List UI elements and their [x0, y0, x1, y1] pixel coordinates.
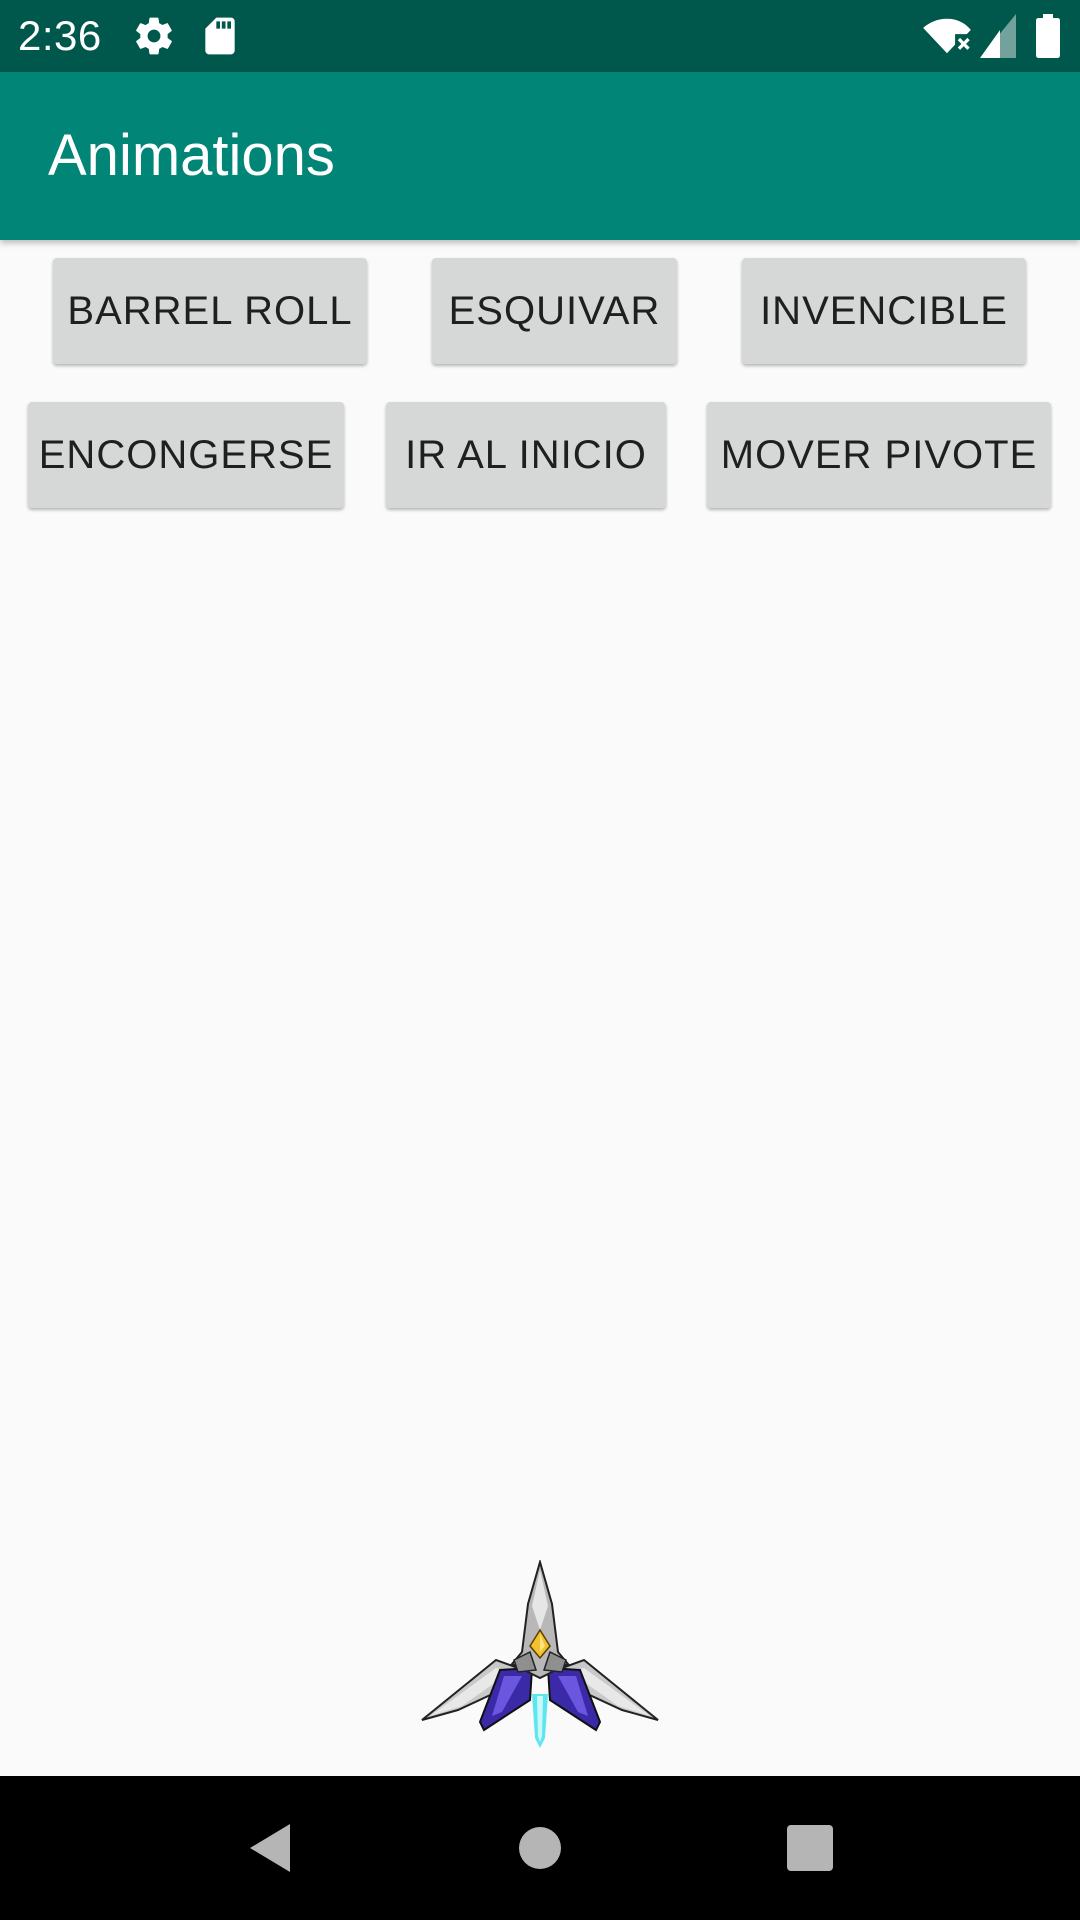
gear-icon — [132, 14, 176, 58]
screen: 2:36 Animations BARREL ROLL ESQUIVAR INV… — [0, 0, 1080, 1920]
battery-icon — [1036, 14, 1060, 58]
home-icon[interactable] — [470, 1776, 610, 1920]
back-icon[interactable] — [200, 1776, 340, 1920]
encongerse-button[interactable]: ENCONGERSE — [28, 402, 344, 508]
status-bar: 2:36 — [0, 0, 1080, 72]
sd-card-icon — [198, 14, 242, 58]
ir-al-inicio-button[interactable]: IR AL INICIO — [386, 402, 666, 508]
invencible-button[interactable]: INVENCIBLE — [742, 258, 1026, 364]
status-time: 2:36 — [18, 12, 102, 59]
wifi-no-internet-icon — [922, 12, 972, 60]
spaceship-image — [418, 1558, 662, 1750]
barrel-roll-button[interactable]: BARREL ROLL — [53, 258, 367, 364]
cell-signal-icon — [980, 14, 1016, 58]
app-bar: Animations — [0, 72, 1080, 240]
recents-icon[interactable] — [740, 1776, 880, 1920]
esquivar-button[interactable]: ESQUIVAR — [432, 258, 677, 364]
mover-pivote-button[interactable]: MOVER PIVOTE — [707, 402, 1051, 508]
navigation-bar — [0, 1776, 1080, 1920]
app-title: Animations — [48, 123, 335, 188]
